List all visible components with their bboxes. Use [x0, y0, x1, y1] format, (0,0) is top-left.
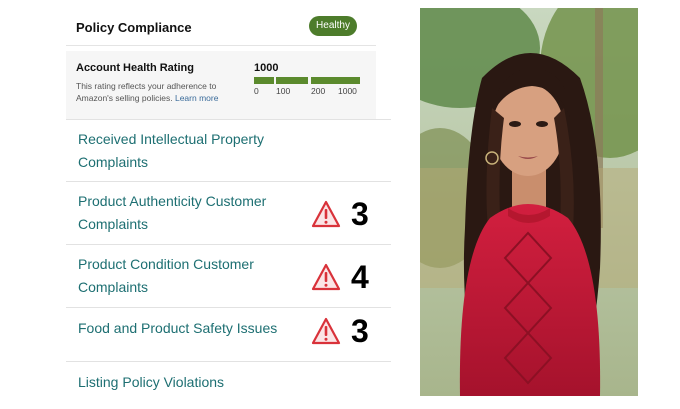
policy-row-product-authenticity[interactable]: Product Authenticity Customer Complaints…	[66, 181, 391, 244]
scale-tick: 1000	[338, 86, 357, 96]
portrait-illustration	[420, 8, 638, 396]
policy-compliance-header: Policy Compliance Healthy	[66, 8, 376, 46]
row-label-line1: Food and Product Safety Issues	[78, 320, 278, 336]
warning-triangle-icon	[311, 200, 341, 228]
policy-compliance-panel: Policy Compliance Healthy Account Health…	[66, 8, 391, 400]
portrait-photo	[420, 8, 638, 396]
rating-bar-segment	[254, 77, 274, 84]
complaint-count: 4	[351, 259, 369, 295]
policy-row-listing-violations[interactable]: Listing Policy Violations	[66, 361, 391, 400]
policy-compliance-title: Policy Compliance	[76, 20, 192, 35]
account-health-rating-card: Account Health Rating This rating reflec…	[66, 51, 376, 119]
scale-tick: 200	[311, 86, 326, 96]
rating-bar-segment	[276, 77, 308, 84]
row-label-line1: Received Intellectual Property	[78, 131, 264, 147]
policy-row-food-safety[interactable]: Food and Product Safety Issues 3	[66, 307, 391, 361]
healthy-status-badge: Healthy	[309, 16, 357, 36]
row-label-line1: Listing Policy Violations	[78, 374, 225, 390]
account-health-description: This rating reflects your adherence to A…	[76, 80, 241, 104]
row-label-line1: Product Authenticity Customer	[78, 193, 267, 209]
account-health-title: Account Health Rating	[76, 62, 194, 74]
policy-row-product-condition[interactable]: Product Condition Customer Complaints 4	[66, 244, 391, 307]
scale-tick: 100	[276, 86, 291, 96]
warning-triangle-icon	[311, 317, 341, 345]
row-label-line2: Complaints	[78, 154, 149, 170]
row-label-line1: Product Condition Customer	[78, 256, 254, 272]
complaint-count: 3	[351, 196, 369, 232]
scale-tick: 0	[254, 86, 259, 96]
row-label-line2: Complaints	[78, 279, 149, 295]
learn-more-link[interactable]: Learn more	[175, 93, 218, 103]
health-rating-value: 1000	[254, 62, 279, 74]
complaint-count: 3	[351, 313, 369, 349]
row-label-line2: Complaints	[78, 216, 149, 232]
policy-row-intellectual-property[interactable]: Received Intellectual Property Complaint…	[66, 119, 391, 181]
rating-bar-segment	[311, 77, 360, 84]
warning-triangle-icon	[311, 263, 341, 291]
